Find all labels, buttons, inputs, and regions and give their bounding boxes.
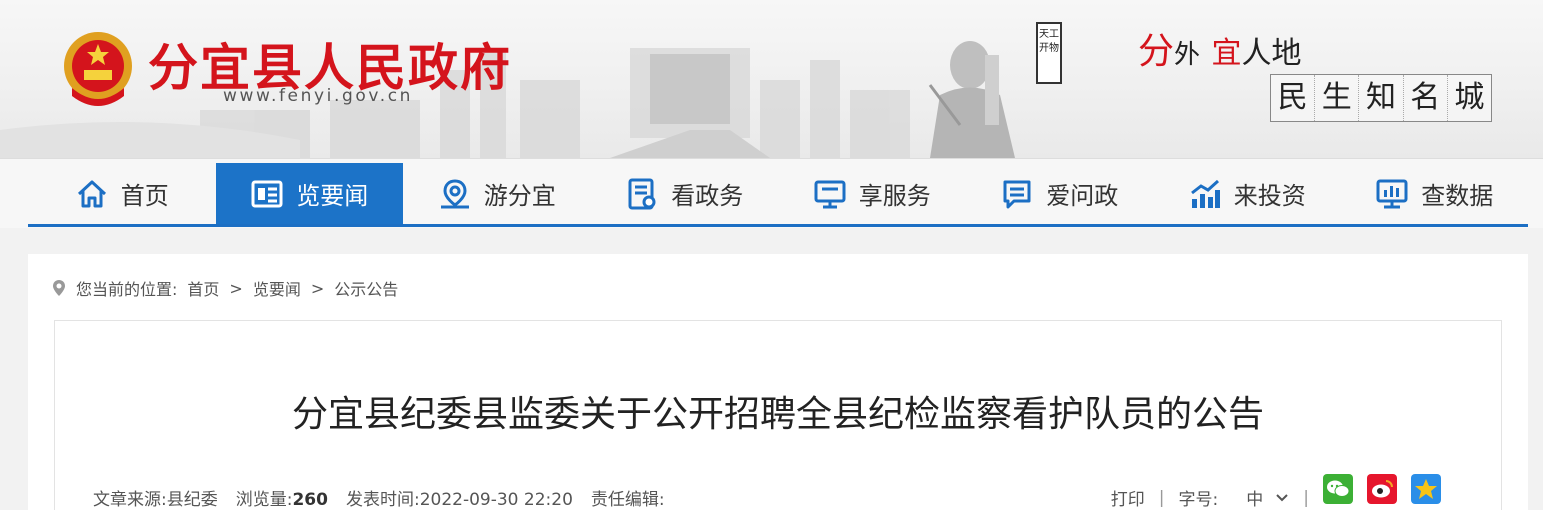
nav-item-data[interactable]: 查数据: [1341, 163, 1529, 224]
nav-item-government[interactable]: 看政务: [591, 163, 779, 224]
nav-item-label: 首页: [120, 182, 169, 210]
breadcrumb-separator: >: [310, 278, 325, 298]
header-banner: 分宜县人民政府 www.fenyi.gov.cn 天工开物 分外 宜人地 民 生…: [0, 0, 1543, 158]
nav-item-investment[interactable]: 来投资: [1153, 163, 1341, 224]
tool-divider: |: [1158, 487, 1165, 508]
nav-item-services[interactable]: 享服务: [778, 163, 966, 224]
slogan-char: 地: [1271, 36, 1302, 71]
nav-item-inquiry[interactable]: 爱问政: [966, 163, 1154, 224]
nav-item-label: 来投资: [1233, 182, 1306, 210]
publish-time: 发表时间:2022-09-30 22:20: [345, 490, 573, 510]
article-tools: 打印 | 字号: 中 |: [1111, 467, 1441, 510]
nav-item-label: 查数据: [1421, 182, 1494, 210]
slogan-char: 民: [1271, 75, 1316, 121]
slogan-char: 外: [1174, 40, 1201, 70]
nav-item-home[interactable]: 首页: [28, 163, 216, 224]
slogan-char: 生: [1315, 75, 1360, 121]
source-value: 县纪委: [166, 490, 218, 510]
publish-time-value: 2022-09-30 22:20: [419, 490, 573, 510]
seal-stamp: 天工开物: [1036, 22, 1062, 84]
site-url: www.fenyi.gov.cn: [223, 86, 414, 106]
nav-bar: 首页 览要闻 游分宜 看政务 享服务 爱问政 来投资 查数据: [28, 163, 1528, 227]
slogan-char: 名: [1404, 75, 1448, 121]
nav-item-label: 览要闻: [296, 182, 369, 210]
chevron-down-icon: [1276, 493, 1288, 501]
qzone-share-button[interactable]: [1411, 473, 1441, 504]
editor-info: 责任编辑:: [590, 490, 665, 510]
font-size-value: 中: [1246, 490, 1264, 510]
chart-icon: [1190, 179, 1220, 208]
font-size-label: 字号:: [1178, 490, 1219, 510]
slogan-line-1: 分外 宜人地: [1138, 22, 1301, 74]
weibo-share-button[interactable]: [1367, 473, 1397, 504]
source-info: 文章来源:县纪委: [93, 490, 218, 510]
article-title: 分宜县纪委县监委关于公开招聘全县纪检监察看护队员的公告: [291, 394, 1264, 435]
data-icon: [1376, 179, 1408, 208]
nav-item-news[interactable]: 览要闻: [215, 163, 403, 224]
wechat-share-button[interactable]: [1323, 473, 1353, 504]
weibo-icon: [1372, 479, 1393, 497]
breadcrumb-news[interactable]: 览要闻: [253, 276, 301, 300]
nav-item-travel[interactable]: 游分宜: [403, 163, 591, 224]
location-icon: [440, 178, 469, 208]
font-size-select[interactable]: 中: [1246, 485, 1289, 510]
slogan-char: 分: [1138, 31, 1175, 72]
home-icon: [77, 180, 106, 207]
views-info: 浏览量:260: [235, 490, 328, 510]
article-panel: 分宜县纪委县监委关于公开招聘全县纪检监察看护队员的公告 文章来源:县纪委 浏览量…: [54, 320, 1502, 510]
national-emblem-logo: [64, 32, 132, 106]
slogan-char: 人: [1241, 36, 1272, 71]
print-button[interactable]: 打印: [1111, 485, 1145, 510]
monitor-icon: [814, 180, 846, 208]
main-nav: 首页 览要闻 游分宜 看政务 享服务 爱问政 来投资 查数据: [0, 158, 1543, 228]
breadcrumb: 您当前的位置: 首页 > 览要闻 > 公示公告: [52, 276, 398, 300]
document-icon: [628, 178, 656, 209]
slogan-char: 知: [1359, 75, 1404, 121]
news-icon: [251, 180, 283, 207]
views-count: 260: [292, 490, 328, 510]
breadcrumb-separator: >: [229, 278, 243, 298]
nav-item-label: 游分宜: [483, 182, 556, 210]
location-pin-icon: [53, 280, 65, 296]
slogan-char: 宜: [1211, 36, 1242, 71]
wechat-icon: [1327, 480, 1350, 497]
star-icon: [1415, 478, 1437, 499]
article-meta: 文章来源:县纪委 浏览量:260 发表时间:2022-09-30 22:20 责…: [93, 485, 665, 510]
tool-divider: |: [1303, 487, 1309, 508]
chat-icon: [1003, 180, 1031, 208]
nav-item-label: 享服务: [858, 182, 931, 210]
nav-item-label: 看政务: [671, 182, 744, 210]
slogan-line-2: 民 生 知 名 城: [1270, 74, 1492, 122]
slogan-char: 城: [1454, 80, 1485, 115]
breadcrumb-notice[interactable]: 公示公告: [334, 276, 398, 300]
content-area: 您当前的位置: 首页 > 览要闻 > 公示公告 分宜县纪委县监委关于公开招聘全县…: [28, 254, 1528, 510]
nav-item-label: 爱问政: [1046, 182, 1119, 210]
breadcrumb-home[interactable]: 首页: [187, 276, 219, 300]
statue-image: [928, 41, 1015, 158]
breadcrumb-prefix: 您当前的位置:: [76, 280, 178, 299]
